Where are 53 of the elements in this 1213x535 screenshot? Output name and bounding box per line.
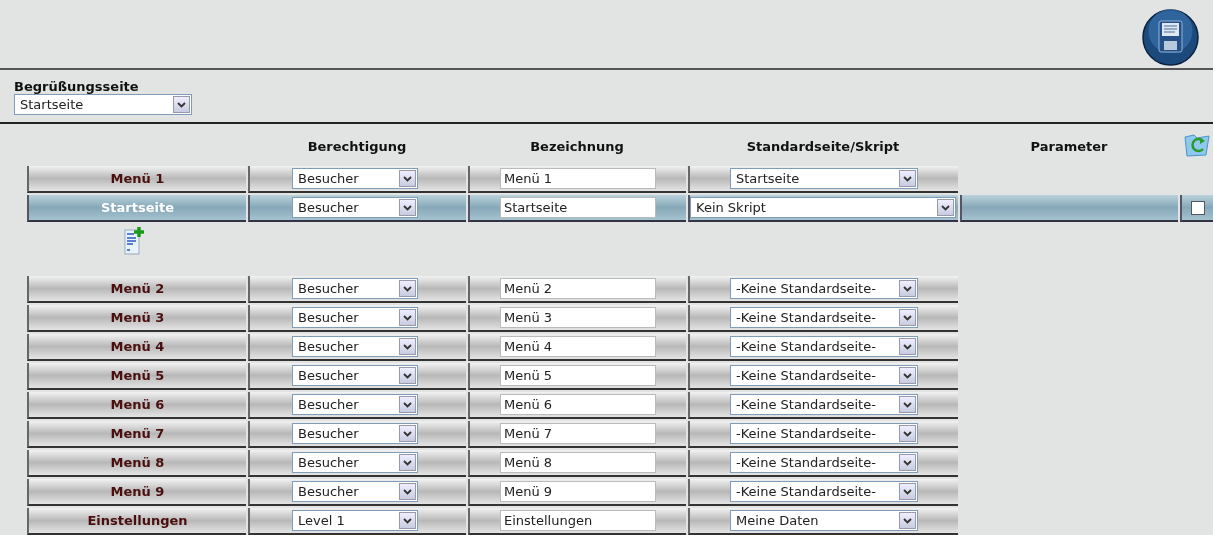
- dropdown[interactable]: -Keine Standardseite-: [730, 452, 918, 473]
- column-header: Standardseite/Skript: [746, 138, 900, 157]
- label-input[interactable]: Einstellungen: [500, 510, 656, 531]
- welcome-page-label: Begrüßungsseite: [14, 80, 140, 94]
- checkbox[interactable]: [1190, 200, 1205, 215]
- dropdown[interactable]: Besucher: [292, 481, 418, 502]
- dropdown[interactable]: Besucher: [292, 423, 418, 444]
- menu-title[interactable]: Menü 3: [27, 305, 246, 332]
- label-input[interactable]: Menü 4: [500, 336, 656, 357]
- column-header: Parameter: [1030, 138, 1108, 157]
- dropdown[interactable]: -Keine Standardseite-: [730, 365, 918, 386]
- label-input[interactable]: Startseite: [500, 197, 656, 218]
- dropdown[interactable]: -Keine Standardseite-: [730, 423, 918, 444]
- menu-title[interactable]: Menü 6: [27, 392, 246, 419]
- dropdown[interactable]: Besucher: [292, 365, 418, 386]
- label-input[interactable]: Menü 3: [500, 307, 656, 328]
- dropdown[interactable]: -Keine Standardseite-: [730, 336, 918, 357]
- dropdown[interactable]: Startseite: [730, 168, 918, 189]
- dropdown[interactable]: Startseite: [14, 94, 192, 115]
- menu-title[interactable]: Menü 5: [27, 363, 246, 390]
- dropdown[interactable]: Besucher: [292, 168, 418, 189]
- dropdown[interactable]: Besucher: [292, 452, 418, 473]
- label-input[interactable]: Menü 1: [500, 168, 656, 189]
- dropdown[interactable]: Besucher: [292, 197, 418, 218]
- label-input[interactable]: Menü 7: [500, 423, 656, 444]
- menu-title[interactable]: Menü 4: [27, 334, 246, 361]
- dropdown[interactable]: -Keine Standardseite-: [730, 394, 918, 415]
- dropdown[interactable]: Level 1: [292, 510, 418, 531]
- label-input[interactable]: Menü 9: [500, 481, 656, 502]
- menu-title[interactable]: Menü 2: [27, 276, 246, 303]
- label-input[interactable]: Menü 5: [500, 365, 656, 386]
- dropdown[interactable]: Besucher: [292, 336, 418, 357]
- menu-title[interactable]: Menü 1: [27, 166, 246, 193]
- label-input[interactable]: Menü 8: [500, 452, 656, 473]
- label-input[interactable]: Menü 6: [500, 394, 656, 415]
- dropdown[interactable]: Meine Daten: [730, 510, 918, 531]
- menu-title[interactable]: Menü 8: [27, 450, 246, 477]
- menu-title[interactable]: Menü 7: [27, 421, 246, 448]
- dropdown[interactable]: Besucher: [292, 278, 418, 299]
- dropdown[interactable]: Kein Skript: [690, 197, 956, 218]
- dropdown[interactable]: -Keine Standardseite-: [730, 278, 918, 299]
- add-page-icon[interactable]: [124, 226, 146, 256]
- menu-title[interactable]: Einstellungen: [27, 508, 246, 535]
- menu-title[interactable]: Menü 9: [27, 479, 246, 506]
- dropdown[interactable]: -Keine Standardseite-: [730, 481, 918, 502]
- label-input[interactable]: Menü 2: [500, 278, 656, 299]
- dropdown[interactable]: Besucher: [292, 394, 418, 415]
- dropdown[interactable]: Besucher: [292, 307, 418, 328]
- save-icon[interactable]: [1142, 9, 1199, 66]
- refresh-icon[interactable]: [1182, 132, 1211, 158]
- dropdown[interactable]: -Keine Standardseite-: [730, 307, 918, 328]
- column-header: Berechtigung: [307, 138, 407, 157]
- column-header: Bezeichnung: [530, 138, 624, 157]
